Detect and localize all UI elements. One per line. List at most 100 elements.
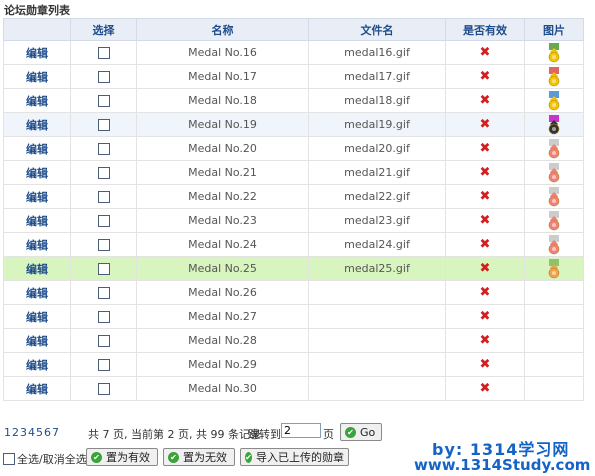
valid-cell: ✖ bbox=[445, 184, 525, 209]
edit-link[interactable]: 编辑 bbox=[26, 71, 48, 84]
table-row: 编辑 Medal No.30 ✖ bbox=[3, 376, 584, 401]
medal-file: medal23.gif bbox=[308, 208, 446, 233]
row-select-checkbox[interactable] bbox=[97, 335, 110, 347]
select-cell bbox=[70, 160, 137, 185]
page-link-5[interactable]: 5 bbox=[36, 426, 43, 439]
select-cell bbox=[70, 40, 137, 65]
page-link-7[interactable]: 7 bbox=[52, 426, 59, 439]
page-link-4[interactable]: 4 bbox=[28, 426, 35, 439]
page-link-2[interactable]: 2 bbox=[12, 426, 19, 439]
edit-link[interactable]: 编辑 bbox=[26, 47, 48, 60]
edit-link[interactable]: 编辑 bbox=[26, 383, 48, 396]
select-all-checkbox[interactable] bbox=[3, 453, 15, 465]
row-select-checkbox[interactable] bbox=[97, 383, 110, 395]
table-row: 编辑 Medal No.28 ✖ bbox=[3, 328, 584, 353]
row-select-checkbox[interactable] bbox=[97, 215, 110, 227]
image-cell bbox=[524, 160, 584, 185]
edit-link[interactable]: 编辑 bbox=[26, 263, 48, 276]
select-all-label: 全选/取消全选 bbox=[17, 453, 87, 466]
select-all-toggle[interactable]: 全选/取消全选 bbox=[3, 451, 87, 467]
edit-cell: 编辑 bbox=[3, 160, 71, 185]
select-cell bbox=[70, 376, 137, 401]
edit-link[interactable]: 编辑 bbox=[26, 191, 48, 204]
medal-file: medal21.gif bbox=[308, 160, 446, 185]
edit-link[interactable]: 编辑 bbox=[26, 167, 48, 180]
col-edit-header bbox=[3, 18, 71, 41]
row-select-checkbox[interactable] bbox=[97, 191, 110, 203]
medal-table: 选择 名称 文件名 是否有效 图片 编辑 Medal No.16 medal16… bbox=[3, 18, 584, 401]
medal-20-icon bbox=[547, 138, 561, 158]
row-select-checkbox[interactable] bbox=[97, 119, 110, 131]
row-select-checkbox[interactable] bbox=[97, 311, 110, 323]
select-cell bbox=[70, 184, 137, 209]
table-row: 编辑 Medal No.21 medal21.gif ✖ bbox=[3, 160, 584, 185]
valid-cell: ✖ bbox=[445, 88, 525, 113]
ok-icon: ✔ bbox=[345, 426, 356, 438]
medal-file bbox=[308, 352, 446, 377]
row-select-checkbox[interactable] bbox=[97, 167, 110, 179]
invalid-icon: ✖ bbox=[479, 141, 491, 156]
medal-file bbox=[308, 376, 446, 401]
page-unit: 页 bbox=[323, 428, 334, 441]
medal-file: medal19.gif bbox=[308, 112, 446, 137]
edit-link[interactable]: 编辑 bbox=[26, 215, 48, 228]
select-cell bbox=[70, 64, 137, 89]
row-select-checkbox[interactable] bbox=[97, 95, 110, 107]
set-valid-button[interactable]: ✔ 置为有效 bbox=[86, 448, 158, 466]
row-select-checkbox[interactable] bbox=[97, 263, 110, 275]
edit-cell: 编辑 bbox=[3, 304, 71, 329]
medal-23-icon bbox=[547, 210, 561, 230]
go-button[interactable]: ✔ Go bbox=[340, 423, 382, 441]
page-link-1[interactable]: 1 bbox=[4, 426, 11, 439]
invalid-icon: ✖ bbox=[479, 285, 491, 300]
medal-19-icon bbox=[547, 114, 561, 134]
medal-name: Medal No.24 bbox=[136, 232, 309, 257]
page-link-3[interactable]: 3 bbox=[20, 426, 27, 439]
valid-cell: ✖ bbox=[445, 112, 525, 137]
edit-link[interactable]: 编辑 bbox=[26, 359, 48, 372]
edit-link[interactable]: 编辑 bbox=[26, 239, 48, 252]
valid-cell: ✖ bbox=[445, 136, 525, 161]
table-row: 编辑 Medal No.16 medal16.gif ✖ bbox=[3, 40, 584, 65]
valid-cell: ✖ bbox=[445, 208, 525, 233]
medal-file bbox=[308, 328, 446, 353]
invalid-icon: ✖ bbox=[479, 213, 491, 228]
medal-name: Medal No.29 bbox=[136, 352, 309, 377]
col-image-header: 图片 bbox=[524, 18, 584, 41]
import-medals-button[interactable]: ✔ 导入已上传的勋章 bbox=[240, 448, 349, 466]
edit-link[interactable]: 编辑 bbox=[26, 119, 48, 132]
table-row: 编辑 Medal No.22 medal22.gif ✖ bbox=[3, 184, 584, 209]
edit-cell: 编辑 bbox=[3, 208, 71, 233]
edit-link[interactable]: 编辑 bbox=[26, 311, 48, 324]
valid-cell: ✖ bbox=[445, 64, 525, 89]
select-cell bbox=[70, 280, 137, 305]
row-select-checkbox[interactable] bbox=[97, 143, 110, 155]
table-row: 编辑 Medal No.23 medal23.gif ✖ bbox=[3, 208, 584, 233]
medal-name: Medal No.26 bbox=[136, 280, 309, 305]
medal-22-icon bbox=[547, 186, 561, 206]
edit-link[interactable]: 编辑 bbox=[26, 335, 48, 348]
set-valid-label: 置为有效 bbox=[106, 451, 150, 464]
edit-cell: 编辑 bbox=[3, 88, 71, 113]
medal-name: Medal No.17 bbox=[136, 64, 309, 89]
page-link-6[interactable]: 6 bbox=[44, 426, 51, 439]
image-cell bbox=[524, 352, 584, 377]
medal-25-icon bbox=[547, 258, 561, 278]
edit-link[interactable]: 编辑 bbox=[26, 287, 48, 300]
medal-17-icon bbox=[547, 66, 561, 86]
row-select-checkbox[interactable] bbox=[97, 47, 110, 59]
jump-page-input[interactable] bbox=[281, 423, 321, 438]
row-select-checkbox[interactable] bbox=[97, 239, 110, 251]
edit-link[interactable]: 编辑 bbox=[26, 95, 48, 108]
go-label: Go bbox=[360, 425, 376, 439]
set-invalid-button[interactable]: ✔ 置为无效 bbox=[163, 448, 235, 466]
col-name-header: 名称 bbox=[136, 18, 309, 41]
select-cell bbox=[70, 112, 137, 137]
medal-file: medal18.gif bbox=[308, 88, 446, 113]
row-select-checkbox[interactable] bbox=[97, 359, 110, 371]
edit-link[interactable]: 编辑 bbox=[26, 143, 48, 156]
medal-name: Medal No.27 bbox=[136, 304, 309, 329]
row-select-checkbox[interactable] bbox=[97, 71, 110, 83]
row-select-checkbox[interactable] bbox=[97, 287, 110, 299]
medal-name: Medal No.16 bbox=[136, 40, 309, 65]
